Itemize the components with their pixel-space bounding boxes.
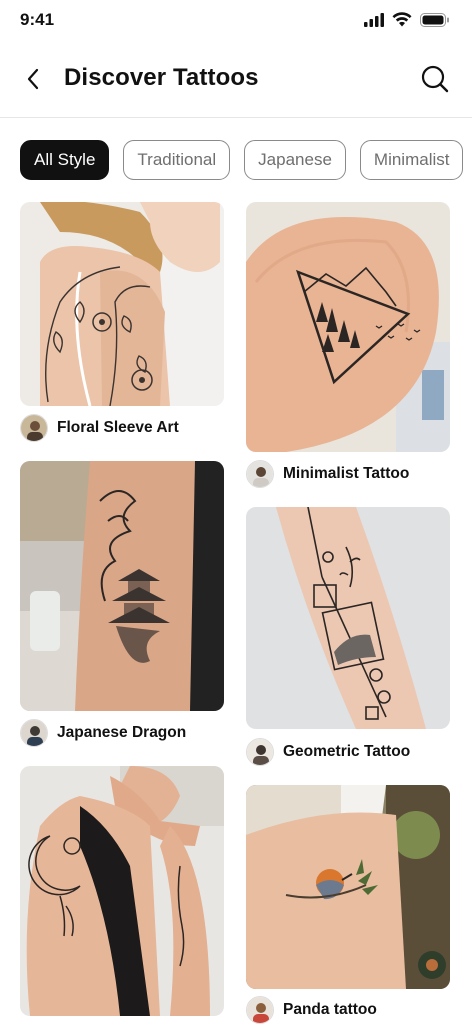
card-meta: Panda tattoo bbox=[246, 996, 377, 1024]
tattoo-card[interactable]: Panda tattoo bbox=[246, 785, 450, 1024]
avatar bbox=[246, 738, 274, 766]
header: Discover Tattoos bbox=[0, 50, 472, 108]
status-icons bbox=[364, 12, 450, 27]
page-title: Discover Tattoos bbox=[64, 64, 259, 91]
card-title: Floral Sleeve Art bbox=[57, 419, 179, 436]
header-divider bbox=[0, 117, 472, 118]
tattoo-card[interactable]: Floral Sleeve Art bbox=[20, 202, 224, 446]
tattoo-card[interactable]: Japanese Dragon bbox=[20, 461, 224, 751]
filter-chip-traditional[interactable]: Traditional bbox=[123, 140, 231, 180]
chevron-left-icon bbox=[27, 68, 39, 90]
filter-chip-minimalist[interactable]: Minimalist bbox=[359, 140, 464, 180]
tattoo-card[interactable]: Minimalist Tattoo bbox=[246, 202, 450, 492]
tattoo-image bbox=[20, 461, 224, 711]
wifi-icon bbox=[392, 12, 412, 27]
signal-icon bbox=[364, 12, 384, 27]
search-icon bbox=[421, 65, 449, 93]
card-title: Geometric Tattoo bbox=[283, 743, 411, 760]
tattoo-card[interactable]: Geometric Tattoo bbox=[246, 507, 450, 767]
tattoo-image bbox=[246, 202, 450, 452]
status-time: 9:41 bbox=[20, 10, 55, 29]
tattoo-image bbox=[246, 785, 450, 989]
tattoo-image bbox=[20, 202, 224, 406]
back-button[interactable] bbox=[20, 64, 46, 94]
avatar bbox=[246, 460, 274, 488]
card-meta: Minimalist Tattoo bbox=[246, 460, 409, 488]
battery-icon bbox=[420, 12, 449, 27]
card-title: Panda tattoo bbox=[283, 1001, 377, 1018]
avatar bbox=[20, 719, 48, 747]
card-title: Japanese Dragon bbox=[57, 724, 187, 741]
filter-chip-all-style[interactable]: All Style bbox=[20, 140, 110, 180]
status-bar: 9:41 bbox=[0, 0, 472, 40]
search-button[interactable] bbox=[420, 64, 450, 94]
tattoo-image bbox=[20, 766, 224, 1016]
avatar bbox=[20, 414, 48, 442]
card-meta: Geometric Tattoo bbox=[246, 738, 410, 766]
avatar bbox=[246, 996, 274, 1024]
tattoo-image bbox=[246, 507, 450, 729]
card-title: Minimalist Tattoo bbox=[283, 465, 410, 482]
card-meta: Japanese Dragon bbox=[20, 719, 186, 747]
tattoo-card[interactable] bbox=[20, 766, 224, 1016]
card-meta: Floral Sleeve Art bbox=[20, 414, 179, 442]
filter-chip-japanese[interactable]: Japanese bbox=[244, 140, 346, 180]
style-filter-bar: All Style Traditional Japanese Minimalis… bbox=[20, 140, 464, 180]
